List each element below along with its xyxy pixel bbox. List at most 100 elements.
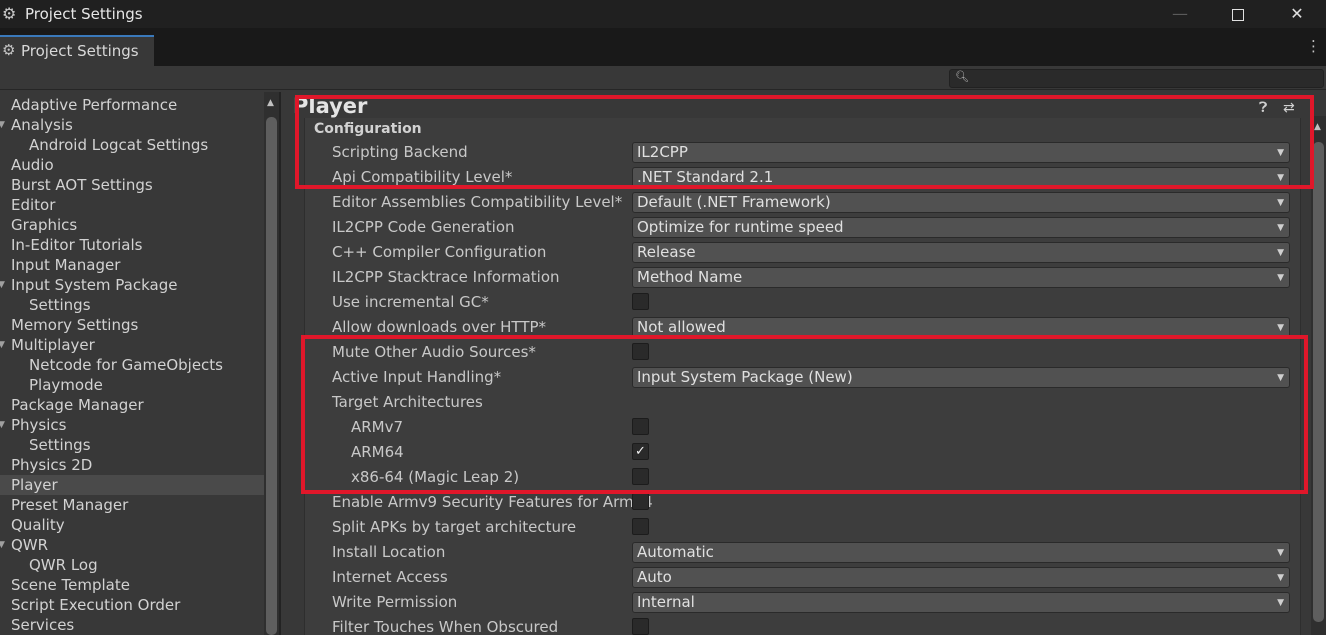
sidebar-item-label: Physics (11, 416, 67, 434)
sidebar-item[interactable]: Player (0, 475, 264, 495)
tab-project-settings[interactable]: ⚙ Project Settings (0, 35, 154, 66)
tab-label: Project Settings (21, 42, 139, 60)
sidebar-item[interactable]: ▼ Multiplayer (0, 335, 264, 355)
sidebar-item-label: Player (11, 476, 58, 494)
field-label: Write Permission (332, 593, 458, 611)
sidebar-item[interactable]: QWR Log (0, 555, 264, 575)
chevron-down-icon: ▼ (1277, 548, 1284, 558)
search-row: 🔍︎ (0, 66, 1326, 90)
sidebar-item-label: Physics 2D (11, 456, 93, 474)
foldout-arrow-icon[interactable]: ▼ (0, 535, 5, 555)
sidebar-item-label: Quality (11, 516, 65, 534)
field-label: IL2CPP Code Generation (332, 218, 515, 236)
sidebar-item-label: Graphics (11, 216, 78, 234)
field-label: Split APKs by target architecture (332, 518, 577, 536)
sidebar-item[interactable]: Physics 2D (0, 455, 264, 475)
scroll-up-icon[interactable]: ▲ (1314, 122, 1321, 132)
sidebar-item-label: Multiplayer (11, 336, 95, 354)
sidebar-item-label: Burst AOT Settings (11, 176, 153, 194)
sidebar-item-label: QWR Log (29, 556, 98, 574)
sidebar-item[interactable]: Android Logcat Settings (0, 135, 264, 155)
sidebar-item[interactable]: Burst AOT Settings (0, 175, 264, 195)
dropdown-value: Optimize for runtime speed (637, 218, 844, 236)
foldout-arrow-icon[interactable]: ▼ (0, 335, 5, 355)
dropdown-field[interactable]: Default (.NET Framework) ▼ (632, 192, 1290, 213)
sidebar-item[interactable]: ▼ Physics (0, 415, 264, 435)
sidebar-item[interactable]: Settings (0, 295, 264, 315)
checkbox[interactable] (632, 618, 649, 635)
search-icon: 🔍︎ (955, 70, 969, 83)
dropdown-field[interactable]: Optimize for runtime speed ▼ (632, 217, 1290, 238)
main-scroll-thumb[interactable] (1313, 142, 1324, 622)
sidebar-item[interactable]: Graphics (0, 215, 264, 235)
settings-sidebar: Adaptive Performance ▼ Analysis Android Log… (0, 92, 264, 635)
sidebar-item[interactable]: Package Manager (0, 395, 264, 415)
gear-icon: ⚙ (2, 41, 16, 59)
unity-settings-icon: ⚙ (2, 4, 17, 23)
sidebar-item[interactable]: Preset Manager (0, 495, 264, 515)
sidebar-item[interactable]: Services (0, 615, 264, 635)
sidebar-item[interactable]: Audio (0, 155, 264, 175)
field-label: Internet Access (332, 568, 448, 586)
sidebar-item[interactable]: ▼ Analysis (0, 115, 264, 135)
checkbox[interactable] (632, 493, 649, 510)
field-label: Use incremental GC* (332, 293, 489, 311)
chevron-down-icon: ▼ (1277, 273, 1284, 283)
chevron-down-icon: ▼ (1277, 223, 1284, 233)
sidebar-item[interactable]: Playmode (0, 375, 264, 395)
dropdown-field[interactable]: Internal ▼ (632, 592, 1290, 613)
maximize-icon (1232, 8, 1244, 21)
dropdown-field[interactable]: Auto ▼ (632, 567, 1290, 588)
dropdown-value: Method Name (637, 268, 743, 286)
title-bar: ⚙ Project Settings — ✕ (0, 0, 1326, 28)
sidebar-item-label: In-Editor Tutorials (11, 236, 143, 254)
close-button[interactable]: ✕ (1274, 0, 1320, 28)
dropdown-value: Internal (637, 593, 695, 611)
sidebar-item[interactable]: Adaptive Performance (0, 95, 264, 115)
scroll-up-icon[interactable]: ▲ (267, 98, 274, 108)
sidebar-item[interactable]: Input Manager (0, 255, 264, 275)
dropdown-value: Default (.NET Framework) (637, 193, 831, 211)
sidebar-scrollbar[interactable]: ▲ (264, 92, 279, 635)
foldout-arrow-icon[interactable]: ▼ (0, 415, 5, 435)
sidebar-item[interactable]: ▼ QWR (0, 535, 264, 555)
sidebar-scroll-thumb[interactable] (266, 117, 277, 635)
foldout-arrow-icon[interactable]: ▼ (0, 115, 5, 135)
dropdown-field[interactable]: Automatic ▼ (632, 542, 1290, 563)
dropdown-field[interactable]: Release ▼ (632, 242, 1290, 263)
sidebar-item-label: Input Manager (11, 256, 121, 274)
sidebar-item-label: Scene Template (11, 576, 130, 594)
sidebar-item[interactable]: ▼ Input System Package (0, 275, 264, 295)
sidebar-item[interactable]: Script Execution Order (0, 595, 264, 615)
more-options-icon[interactable]: ⋮ (1306, 36, 1321, 56)
field-label: Allow downloads over HTTP* (332, 318, 547, 336)
dropdown-field[interactable]: Method Name ▼ (632, 267, 1290, 288)
sidebar-item[interactable]: Memory Settings (0, 315, 264, 335)
sidebar-item-label: Audio (11, 156, 54, 174)
search-input[interactable]: 🔍︎ (949, 69, 1324, 88)
checkbox[interactable] (632, 293, 649, 310)
window-title: Project Settings (25, 5, 143, 23)
sidebar-item-label: Package Manager (11, 396, 144, 414)
sidebar-item-label: Android Logcat Settings (29, 136, 209, 154)
minimize-button[interactable]: — (1157, 0, 1203, 28)
main-scrollbar[interactable]: ▲ (1311, 116, 1326, 635)
foldout-arrow-icon[interactable]: ▼ (0, 275, 5, 295)
sidebar-item-label: Input System Package (11, 276, 178, 294)
sidebar-item-label: Preset Manager (11, 496, 129, 514)
sidebar-item[interactable]: In-Editor Tutorials (0, 235, 264, 255)
chevron-down-icon: ▼ (1277, 198, 1284, 208)
chevron-down-icon: ▼ (1277, 573, 1284, 583)
checkbox[interactable] (632, 518, 649, 535)
sidebar-item[interactable]: Settings (0, 435, 264, 455)
sidebar-item[interactable]: Netcode for GameObjects (0, 355, 264, 375)
dropdown-value: Automatic (637, 543, 714, 561)
chevron-down-icon: ▼ (1277, 598, 1284, 608)
sidebar-item[interactable]: Quality (0, 515, 264, 535)
sidebar-item-label: Memory Settings (11, 316, 139, 334)
field-label: C++ Compiler Configuration (332, 243, 547, 261)
sidebar-item[interactable]: Scene Template (0, 575, 264, 595)
sidebar-item[interactable]: Editor (0, 195, 264, 215)
sidebar-item-label: Adaptive Performance (11, 96, 178, 114)
maximize-button[interactable] (1215, 0, 1261, 28)
